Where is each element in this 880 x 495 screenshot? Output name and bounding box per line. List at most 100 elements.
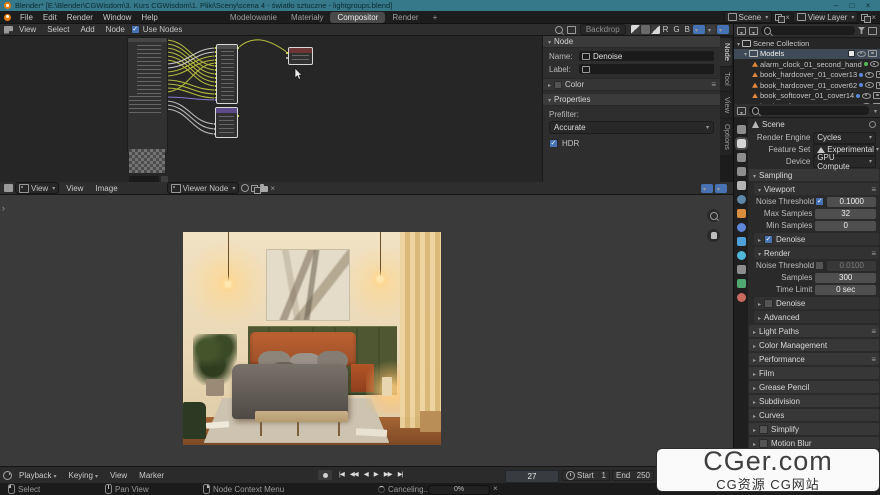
snapping-icon[interactable] bbox=[706, 25, 716, 34]
menu-window[interactable]: Window bbox=[98, 13, 136, 22]
start-frame-field[interactable]: Start 1 bbox=[562, 470, 610, 481]
object-data-properties-tab[interactable] bbox=[737, 279, 746, 288]
timeline-view-menu[interactable]: View bbox=[105, 471, 132, 480]
workspace-tab-compositor[interactable]: Compositor bbox=[330, 12, 385, 23]
max-samples-value[interactable]: 32 bbox=[815, 209, 876, 219]
outliner-row-object[interactable]: alarm_clock_01_second_hand bbox=[734, 59, 880, 70]
scene-properties-tab[interactable] bbox=[737, 181, 746, 190]
disable-render-icon[interactable] bbox=[876, 71, 880, 78]
prefilter-dropdown[interactable]: Accurate bbox=[549, 121, 714, 134]
new-collection-icon[interactable] bbox=[868, 27, 877, 35]
maximize-button[interactable]: □ bbox=[844, 1, 860, 10]
playback-menu[interactable]: Playback bbox=[14, 471, 61, 480]
node-name-field[interactable]: Denoise bbox=[579, 51, 714, 61]
properties-filter-icon[interactable] bbox=[872, 106, 877, 115]
light-paths-panel-header[interactable]: Light Paths ≡ bbox=[749, 325, 879, 337]
lightgroup-mix-node[interactable] bbox=[216, 44, 238, 104]
hide-eye-icon[interactable] bbox=[862, 93, 871, 99]
proportional-edit-icon[interactable] bbox=[693, 25, 705, 34]
unlink-scene-icon[interactable] bbox=[785, 13, 790, 22]
world-properties-tab[interactable] bbox=[737, 195, 746, 204]
image-menu-image[interactable]: Image bbox=[90, 184, 122, 193]
grid-menu-icon[interactable]: ≡ bbox=[711, 80, 715, 89]
image-options-icon[interactable] bbox=[715, 184, 727, 193]
outliner-display-mode-icon[interactable] bbox=[749, 27, 758, 35]
film-panel-header[interactable]: Film bbox=[749, 367, 879, 379]
comp-menu-select[interactable]: Select bbox=[42, 25, 74, 34]
workspace-tab-materialy[interactable]: Materiały bbox=[284, 12, 330, 23]
disclosure-icon[interactable] bbox=[737, 39, 740, 48]
viewport-denoise-panel-header[interactable]: Denoise bbox=[754, 233, 879, 245]
color-panel-header[interactable]: Color ≡ bbox=[543, 78, 720, 91]
view-layer-properties-tab[interactable] bbox=[737, 167, 746, 176]
image-editor-type-icon[interactable] bbox=[4, 184, 13, 192]
render-denoise-panel-header[interactable]: Denoise bbox=[754, 297, 879, 309]
simplify-panel-header[interactable]: Simplify bbox=[749, 423, 879, 435]
snap-icon[interactable] bbox=[567, 26, 576, 34]
display-color-icon[interactable] bbox=[641, 25, 650, 34]
tool-properties-tab[interactable] bbox=[737, 125, 746, 134]
outliner-row-object[interactable]: book_hardcover_01_cover13 bbox=[734, 70, 880, 81]
comp-menu-add[interactable]: Add bbox=[75, 25, 99, 34]
jump-to-end-button[interactable]: ▶| bbox=[396, 469, 405, 479]
properties-search[interactable] bbox=[749, 106, 869, 115]
channel-g-button[interactable]: G bbox=[671, 25, 681, 34]
comp-menu-node[interactable]: Node bbox=[101, 25, 130, 34]
time-limit-value[interactable]: 0 sec bbox=[815, 285, 876, 295]
filter-icon[interactable] bbox=[858, 27, 865, 34]
play-button[interactable]: ▶ bbox=[372, 469, 380, 479]
menu-edit[interactable]: Edit bbox=[38, 13, 62, 22]
display-channels-icon[interactable] bbox=[701, 184, 713, 193]
display-color-alpha-icon[interactable] bbox=[631, 25, 640, 34]
close-button[interactable]: × bbox=[860, 1, 876, 10]
hide-eye-icon[interactable] bbox=[865, 82, 874, 88]
performance-panel-header[interactable]: Performance ≡ bbox=[749, 353, 879, 365]
outliner-editor-icon[interactable] bbox=[737, 27, 746, 35]
hide-eye-icon[interactable] bbox=[870, 61, 879, 67]
hide-eye-icon[interactable] bbox=[865, 72, 874, 78]
advanced-panel-header[interactable]: Advanced bbox=[754, 311, 879, 323]
tab-view[interactable]: View bbox=[720, 92, 732, 118]
preset-menu-icon[interactable]: ≡ bbox=[871, 327, 875, 336]
menu-file[interactable]: File bbox=[15, 13, 38, 22]
menu-render[interactable]: Render bbox=[62, 13, 98, 22]
viewport-panel-header[interactable]: Viewport ≡ bbox=[754, 183, 879, 195]
color-checkbox[interactable] bbox=[554, 81, 562, 89]
color-management-panel-header[interactable]: Color Management bbox=[749, 339, 879, 351]
current-frame-field[interactable]: 27 bbox=[505, 470, 559, 483]
exclude-checkbox[interactable] bbox=[848, 50, 855, 57]
device-dropdown[interactable]: GPU Compute bbox=[813, 156, 876, 168]
remove-view-layer-icon[interactable] bbox=[871, 13, 876, 22]
physics-properties-tab[interactable] bbox=[737, 251, 746, 260]
object-properties-tab[interactable] bbox=[737, 209, 746, 218]
cancel-job-icon[interactable]: × bbox=[493, 484, 498, 493]
hide-eye-icon[interactable] bbox=[857, 51, 866, 57]
output-properties-tab[interactable] bbox=[737, 153, 746, 162]
node-label-field[interactable] bbox=[579, 64, 714, 74]
outliner-row-models[interactable]: Models bbox=[734, 49, 880, 60]
zoom-gizmo[interactable] bbox=[707, 209, 720, 222]
render-noise-threshold-value[interactable]: 0.0100 bbox=[827, 261, 876, 271]
marker-menu[interactable]: Marker bbox=[134, 471, 169, 480]
tab-options[interactable]: Options bbox=[720, 119, 732, 155]
next-keyframe-button[interactable]: ▶▶ bbox=[382, 469, 394, 479]
disable-render-icon[interactable] bbox=[868, 50, 877, 57]
pin-icon[interactable] bbox=[869, 121, 876, 128]
node-panel-header[interactable]: Node bbox=[543, 36, 720, 48]
preset-menu-icon[interactable]: ≡ bbox=[871, 355, 875, 364]
grease-pencil-panel-header[interactable]: Grease Pencil bbox=[749, 381, 879, 393]
outliner-row-scene-collection[interactable]: Scene Collection bbox=[734, 38, 880, 49]
noise-threshold-checkbox[interactable] bbox=[815, 197, 824, 206]
play-reverse-button[interactable]: ◀ bbox=[362, 469, 370, 479]
disable-render-icon[interactable] bbox=[876, 82, 880, 89]
preset-menu-icon[interactable]: ≡ bbox=[871, 249, 875, 258]
minimize-button[interactable]: – bbox=[828, 1, 844, 10]
image-datablock-selector[interactable]: Viewer Node bbox=[167, 182, 240, 194]
pan-gizmo[interactable] bbox=[707, 229, 720, 242]
render-properties-tab[interactable] bbox=[737, 139, 746, 148]
open-image-icon[interactable] bbox=[260, 186, 268, 192]
jump-to-start-button[interactable]: |◀ bbox=[337, 469, 346, 479]
outliner-search-input[interactable] bbox=[773, 26, 852, 36]
hdr-checkbox[interactable] bbox=[549, 139, 558, 148]
properties-panel-header[interactable]: Properties bbox=[543, 94, 720, 106]
